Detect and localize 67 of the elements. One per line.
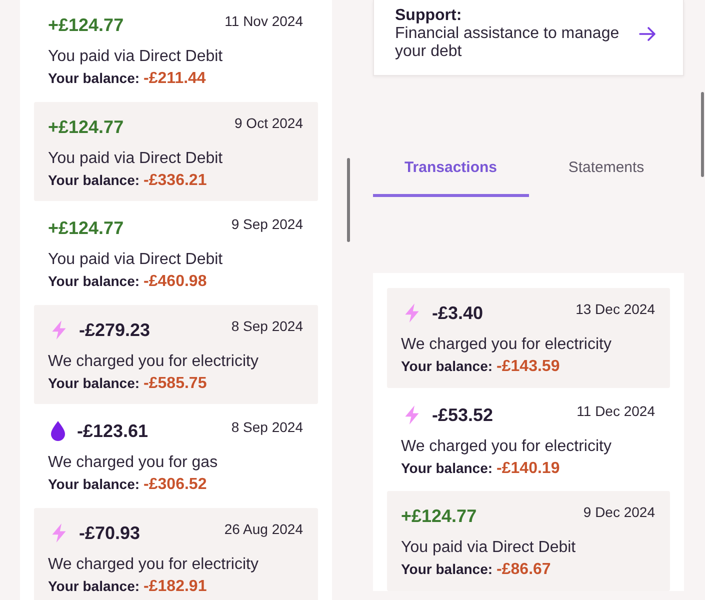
description-text: We charged you for electricity [48,554,260,574]
transaction-row[interactable]: -£279.23 8 Sep 2024 We charged you for electricity Your balance: -£585.75 [34,304,318,404]
date-text: 9 Dec 2024 [583,503,655,521]
balance-label: Your balance: [48,476,140,492]
amount-text: +£124.77 [401,505,477,528]
transaction-row[interactable]: +£124.77 9 Sep 2024 You paid via Direct Debit Your balance: -£460.98 [34,203,318,302]
amount-text: -£279.23 [79,318,150,342]
date-text: 13 Dec 2024 [576,300,655,318]
transaction-row[interactable]: -£70.93 26 Aug 2024 We charged you for electricity Your balance: -£182.91 [34,508,318,600]
transaction-row[interactable]: -£3.40 13 Dec 2024 We charged you for electricity Your balance: -£143.59 [387,288,670,388]
lightning-bolt-icon [404,303,420,323]
transaction-row[interactable]: -£123.61 8 Sep 2024 We charged you for gas Your balance: -£306.52 [34,406,318,506]
date-text: 9 Sep 2024 [231,215,303,233]
description-text: You paid via Direct Debit [48,47,224,67]
description-text: We charged you for electricity [401,436,612,456]
balance-label: Your balance: [48,374,140,390]
tab[interactable]: Transactions [373,147,528,197]
date-text: 8 Sep 2024 [231,418,303,436]
balance-amount: -£140.19 [496,460,560,476]
balance-amount: -£182.91 [144,578,207,594]
description-text: We charged you for gas [48,453,219,473]
balance-amount: -£585.75 [144,374,207,392]
lightning-bolt-icon [404,404,420,424]
arrow-icon [639,27,656,41]
balance-amount: -£336.21 [144,172,207,188]
date-text: 11 Dec 2024 [576,402,655,420]
tab[interactable]: Statements [528,147,684,197]
amount-text: +£124.77 [48,217,124,240]
amount-text: -£70.93 [79,522,140,544]
description-text: You paid via Direct Debit [48,250,224,270]
balance-label: Your balance: [401,358,493,374]
description-text: We charged you for electricity [401,335,612,355]
date-text: 9 Oct 2024 [234,114,303,132]
support-text: Financial assistance to manage your debt [395,25,620,61]
transaction-row[interactable]: -£53.52 11 Dec 2024 We charged you for electricity Your balance: -£140.19 [387,390,670,489]
lightning-bolt-icon [51,522,67,542]
transaction-row[interactable]: +£124.77 9 Oct 2024 You paid via Direct Debit Your balance: -£336.21 [34,102,318,201]
balance-amount: -£86.67 [496,561,551,578]
balance-amount: -£211.44 [144,70,206,87]
balance-label: Your balance: [48,70,140,86]
description-text: We charged you for electricity [48,352,260,372]
date-text: 11 Nov 2024 [224,12,303,30]
transaction-row[interactable]: +£124.77 11 Nov 2024 You paid via Direct Debit Your balance: -£211.44 [34,0,318,100]
description-text: You paid via Direct Debit [48,148,224,168]
balance-amount: -£460.98 [144,273,207,290]
amount-text: -£3.40 [432,302,484,325]
scrollbar-thumb[interactable] [701,92,704,177]
balance-amount: -£306.52 [144,476,207,493]
transaction-row[interactable]: +£124.77 9 Dec 2024 You paid via Direct Debit Your balance: -£86.67 [387,491,670,590]
amount-text: -£123.61 [77,420,148,443]
balance-amount: -£143.59 [496,358,560,375]
balance-label: Your balance: [48,172,140,188]
balance-label: Your balance: [48,273,140,289]
date-text: 26 Aug 2024 [224,520,303,538]
balance-label: Your balance: [48,578,140,594]
amount-text: +£124.77 [48,116,124,138]
drop-icon [51,421,65,441]
balance-label: Your balance: [401,561,493,577]
lightning-bolt-icon [51,320,67,340]
support-title: Support: [395,6,463,25]
description-text: You paid via Direct Debit [401,538,577,558]
amount-text: +£124.77 [48,14,124,37]
date-text: 8 Sep 2024 [231,316,303,334]
amount-text: -£53.52 [432,404,494,426]
support-card[interactable]: Support: Financial assistance to manage your debt [373,0,684,76]
balance-label: Your balance: [401,460,493,476]
scrollbar-thumb[interactable] [347,158,350,242]
